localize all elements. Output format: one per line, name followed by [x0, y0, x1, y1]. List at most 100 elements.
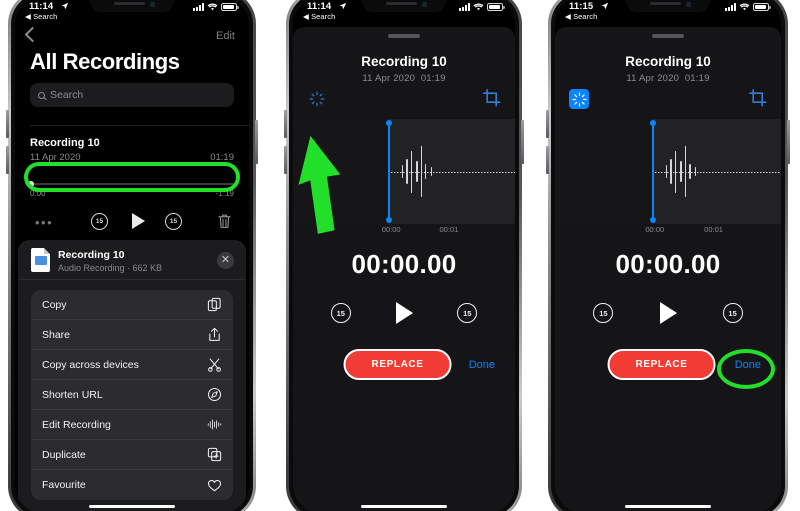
volume-down-button[interactable]: [6, 146, 9, 174]
close-icon[interactable]: ✕: [217, 252, 234, 269]
editor-duration: 01:19: [684, 73, 710, 84]
status-indicators: [725, 3, 771, 11]
skip-forward-15-button[interactable]: 15: [457, 303, 478, 323]
page-title: All Recordings: [30, 49, 180, 74]
play-icon[interactable]: [660, 302, 677, 324]
skip-forward-15-label: 15: [728, 308, 737, 318]
editor-sheet: Recording 10 11 Apr 2020 01:19 00:00 00:…: [555, 27, 781, 511]
menu-item-label: Edit Recording: [42, 418, 111, 431]
menu-item-label: Share: [42, 328, 71, 341]
menu-item-edit-recording[interactable]: Edit Recording: [31, 410, 233, 440]
play-icon[interactable]: [396, 302, 413, 324]
power-button[interactable]: [787, 120, 790, 164]
replace-button[interactable]: REPLACE: [343, 349, 452, 380]
menu-item-favourite[interactable]: Favourite: [31, 470, 233, 500]
playhead-handle-top[interactable]: [649, 120, 656, 126]
skip-back-15-label: 15: [599, 308, 608, 318]
volume-up-button[interactable]: [546, 110, 549, 138]
phone-bezel: 11:15 ◀ Search Recording 10 11 Apr 2020 …: [551, 0, 785, 511]
waveform-tick-label: 00:00: [381, 225, 401, 234]
playhead-handle-bottom[interactable]: [649, 217, 656, 223]
recording-duration: 01:19: [210, 152, 234, 163]
share-sheet: Recording 10 Audio Recording · 662 KB ✕ …: [18, 240, 246, 511]
editor-subtitle: 11 Apr 2020 01:19: [293, 73, 515, 84]
battery-icon: [221, 3, 239, 11]
wifi-icon: [739, 3, 750, 11]
sheet-grabber[interactable]: [652, 34, 684, 38]
volume-up-button[interactable]: [284, 110, 287, 138]
scrubber-knob[interactable]: [28, 180, 34, 187]
waveform-editor[interactable]: [555, 119, 781, 224]
nav-bar: Edit: [15, 26, 249, 51]
copy-icon: [207, 297, 221, 312]
home-indicator[interactable]: [89, 504, 175, 508]
front-camera: [686, 1, 691, 7]
done-button[interactable]: Done: [469, 359, 495, 371]
playback-scrubber[interactable]: [28, 180, 234, 187]
menu-item-label: Copy across devices: [42, 358, 139, 371]
recording-name[interactable]: Recording 10: [30, 137, 100, 149]
magic-wand-icon[interactable]: [569, 89, 589, 109]
skip-back-15-label: 15: [95, 218, 104, 225]
done-button[interactable]: Done: [735, 359, 761, 371]
power-button[interactable]: [521, 120, 524, 164]
menu-item-copy-across-devices[interactable]: Copy across devices: [31, 350, 233, 380]
power-button[interactable]: [255, 120, 258, 164]
menu-item-copy[interactable]: Copy: [31, 290, 233, 320]
skip-back-15-button[interactable]: 15: [330, 303, 351, 323]
cellular-bars-icon: [459, 3, 470, 11]
status-back-label[interactable]: ◀ Search: [565, 12, 597, 21]
back-chevron-icon[interactable]: [24, 26, 41, 43]
wifi-icon: [207, 3, 218, 11]
editor-transport-controls: 15 15: [555, 299, 781, 329]
battery-icon: [487, 3, 505, 11]
front-camera: [150, 1, 155, 7]
search-input[interactable]: Search: [30, 83, 234, 107]
compass-icon: [207, 387, 222, 402]
home-indicator[interactable]: [361, 504, 447, 508]
status-back-label[interactable]: ◀ Search: [303, 12, 335, 21]
sheet-grabber[interactable]: [388, 34, 420, 38]
magic-wand-glyph: [309, 91, 325, 107]
menu-item-shorten-url[interactable]: Shorten URL: [31, 380, 233, 410]
crop-icon[interactable]: [483, 89, 501, 107]
crop-icon[interactable]: [749, 89, 767, 107]
playhead-line[interactable]: [652, 123, 654, 220]
volume-down-button[interactable]: [546, 146, 549, 174]
waveform-bar: [406, 158, 408, 185]
status-time: 11:14: [307, 1, 332, 12]
menu-item-duplicate[interactable]: Duplicate: [31, 440, 233, 470]
menu-item-share[interactable]: Share: [31, 320, 233, 350]
status-back-label[interactable]: ◀ Search: [25, 12, 57, 21]
waveform-bar: [670, 158, 672, 185]
editor-title: Recording 10: [625, 54, 711, 69]
search-icon: [38, 91, 45, 99]
volume-down-button[interactable]: [284, 146, 287, 174]
notch: [90, 0, 174, 12]
skip-back-15-button[interactable]: 15: [593, 303, 614, 323]
trash-icon[interactable]: [218, 213, 231, 229]
duplicate-icon: [207, 447, 222, 462]
replace-button[interactable]: REPLACE: [607, 349, 716, 380]
editor-title: Recording 10: [361, 54, 447, 69]
location-arrow-icon: [339, 2, 347, 9]
menu-item-label: Shorten URL: [42, 388, 103, 401]
magic-wand-icon[interactable]: [307, 89, 327, 109]
status-back-text: Search: [573, 12, 598, 21]
waveform-bar: [674, 150, 677, 193]
volume-up-button[interactable]: [6, 110, 9, 138]
skip-forward-15-button[interactable]: 15: [165, 213, 182, 230]
skip-forward-15-button[interactable]: 15: [722, 303, 743, 323]
skip-back-15-button[interactable]: 15: [91, 213, 108, 230]
play-icon[interactable]: [132, 213, 145, 229]
ellipsis-icon[interactable]: •••: [35, 216, 53, 229]
share-icon: [209, 327, 220, 341]
edit-button[interactable]: Edit: [216, 30, 235, 42]
home-indicator[interactable]: [625, 504, 711, 508]
waveform-tick-label: 00:01: [704, 225, 723, 234]
heart-icon: [207, 479, 222, 491]
earpiece-speaker: [650, 2, 682, 5]
playhead-line[interactable]: [388, 123, 390, 220]
earpiece-speaker: [386, 2, 418, 5]
battery-icon: [753, 3, 771, 11]
